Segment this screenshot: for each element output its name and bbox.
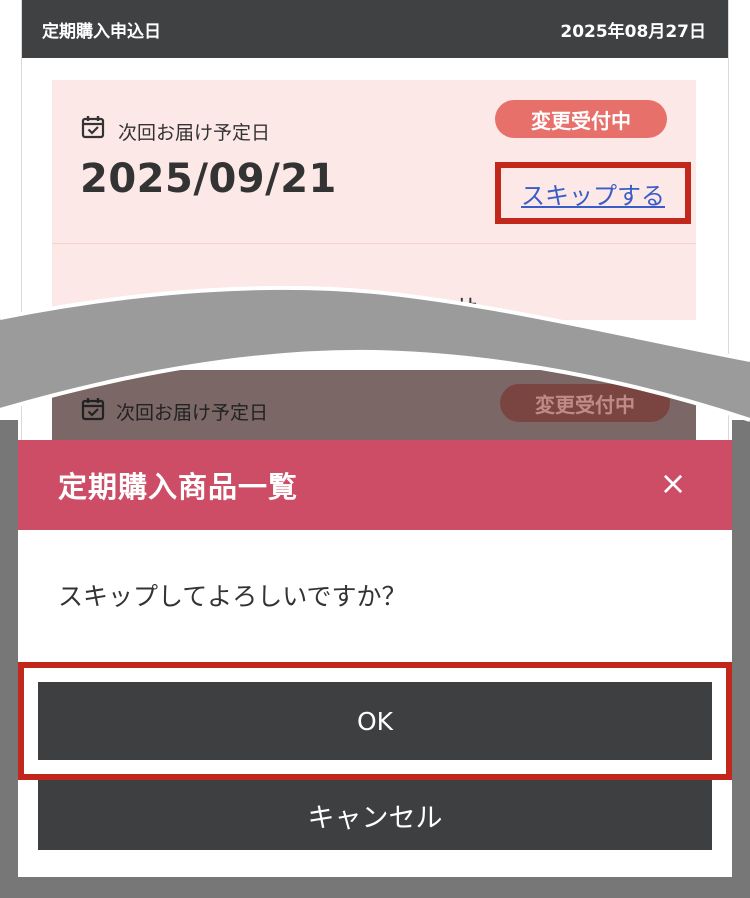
next-delivery-date: 2025/09/21 <box>80 156 337 202</box>
screenshot-stage: 定期購入申込日 2025年08月27日 次回お届け予定日 2025/09/21 … <box>0 0 750 898</box>
calendar-check-icon <box>81 398 105 421</box>
dimmed-status-badge: 変更受付中 <box>500 384 670 422</box>
modal-title: 定期購入商品一覧 <box>58 470 299 504</box>
skip-confirm-modal: 定期購入商品一覧 × スキップしてよろしいですか？ OK キャンセル <box>18 440 732 877</box>
modal-header: 定期購入商品一覧 × <box>18 440 732 530</box>
application-date-value: 2025年08月27日 <box>560 21 706 42</box>
overlay-right <box>732 420 750 898</box>
dimmed-next-delivery-label: 次回お届け予定日 <box>116 402 269 424</box>
next-delivery-section: 次回お届け予定日 2025/09/21 変更受付中 スキップする <box>52 80 696 243</box>
skip-link-highlight: スキップする <box>495 162 691 224</box>
overlay-left <box>0 420 18 898</box>
ok-button-highlight: OK <box>18 662 732 780</box>
confirm-message: スキップしてよろしいですか？ <box>58 582 407 611</box>
product-name-partial: 三井 <box>430 296 478 324</box>
subscription-card: 次回お届け予定日 2025/09/21 変更受付中 スキップする 三井 <box>52 80 696 324</box>
close-icon[interactable]: × <box>658 467 688 499</box>
ok-button[interactable]: OK <box>38 682 712 760</box>
application-date-label: 定期購入申込日 <box>42 21 161 42</box>
skip-link[interactable]: スキップする <box>521 176 665 211</box>
overlay-bottom <box>0 877 750 898</box>
card-divider <box>52 243 696 244</box>
calendar-check-icon <box>81 116 105 139</box>
subscription-header: 定期購入申込日 2025年08月27日 <box>22 0 728 58</box>
next-delivery-label: 次回お届け予定日 <box>118 122 271 144</box>
cancel-button[interactable]: キャンセル <box>38 780 712 850</box>
status-badge: 変更受付中 <box>495 100 667 138</box>
